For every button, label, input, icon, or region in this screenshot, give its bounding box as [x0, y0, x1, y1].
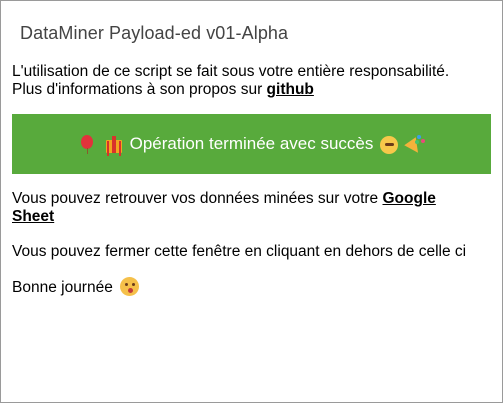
- intro-disclaimer: L'utilisation de ce script se fait sous …: [12, 63, 450, 80]
- gift-icon: [104, 134, 124, 154]
- success-banner: Opération terminée avec succès: [12, 114, 491, 174]
- intro-info-prefix: Plus d'informations à son propos sur: [12, 81, 267, 98]
- close-hint: Vous pouvez fermer cette fenêtre en cliq…: [12, 243, 467, 260]
- success-message: Opération terminée avec succès: [129, 134, 374, 153]
- farewell: Bonne journée: [12, 277, 140, 297]
- kissing-face-icon: [120, 277, 140, 296]
- farewell-text: Bonne journée: [12, 279, 113, 296]
- dialog-title: DataMiner Payload-ed v01-Alpha: [20, 23, 289, 43]
- github-link[interactable]: github: [267, 81, 314, 98]
- retrieve-text: Vous pouvez retrouver vos données minées…: [12, 190, 482, 226]
- party-popper-icon: [405, 134, 425, 154]
- party-face-icon: [379, 134, 399, 154]
- dialog-window: DataMiner Payload-ed v01-Alpha L'utilisa…: [0, 0, 503, 403]
- balloon-icon: [78, 134, 98, 154]
- retrieve-prefix: Vous pouvez retrouver vos données minées…: [12, 190, 383, 207]
- intro-text: L'utilisation de ce script se fait sous …: [12, 63, 492, 99]
